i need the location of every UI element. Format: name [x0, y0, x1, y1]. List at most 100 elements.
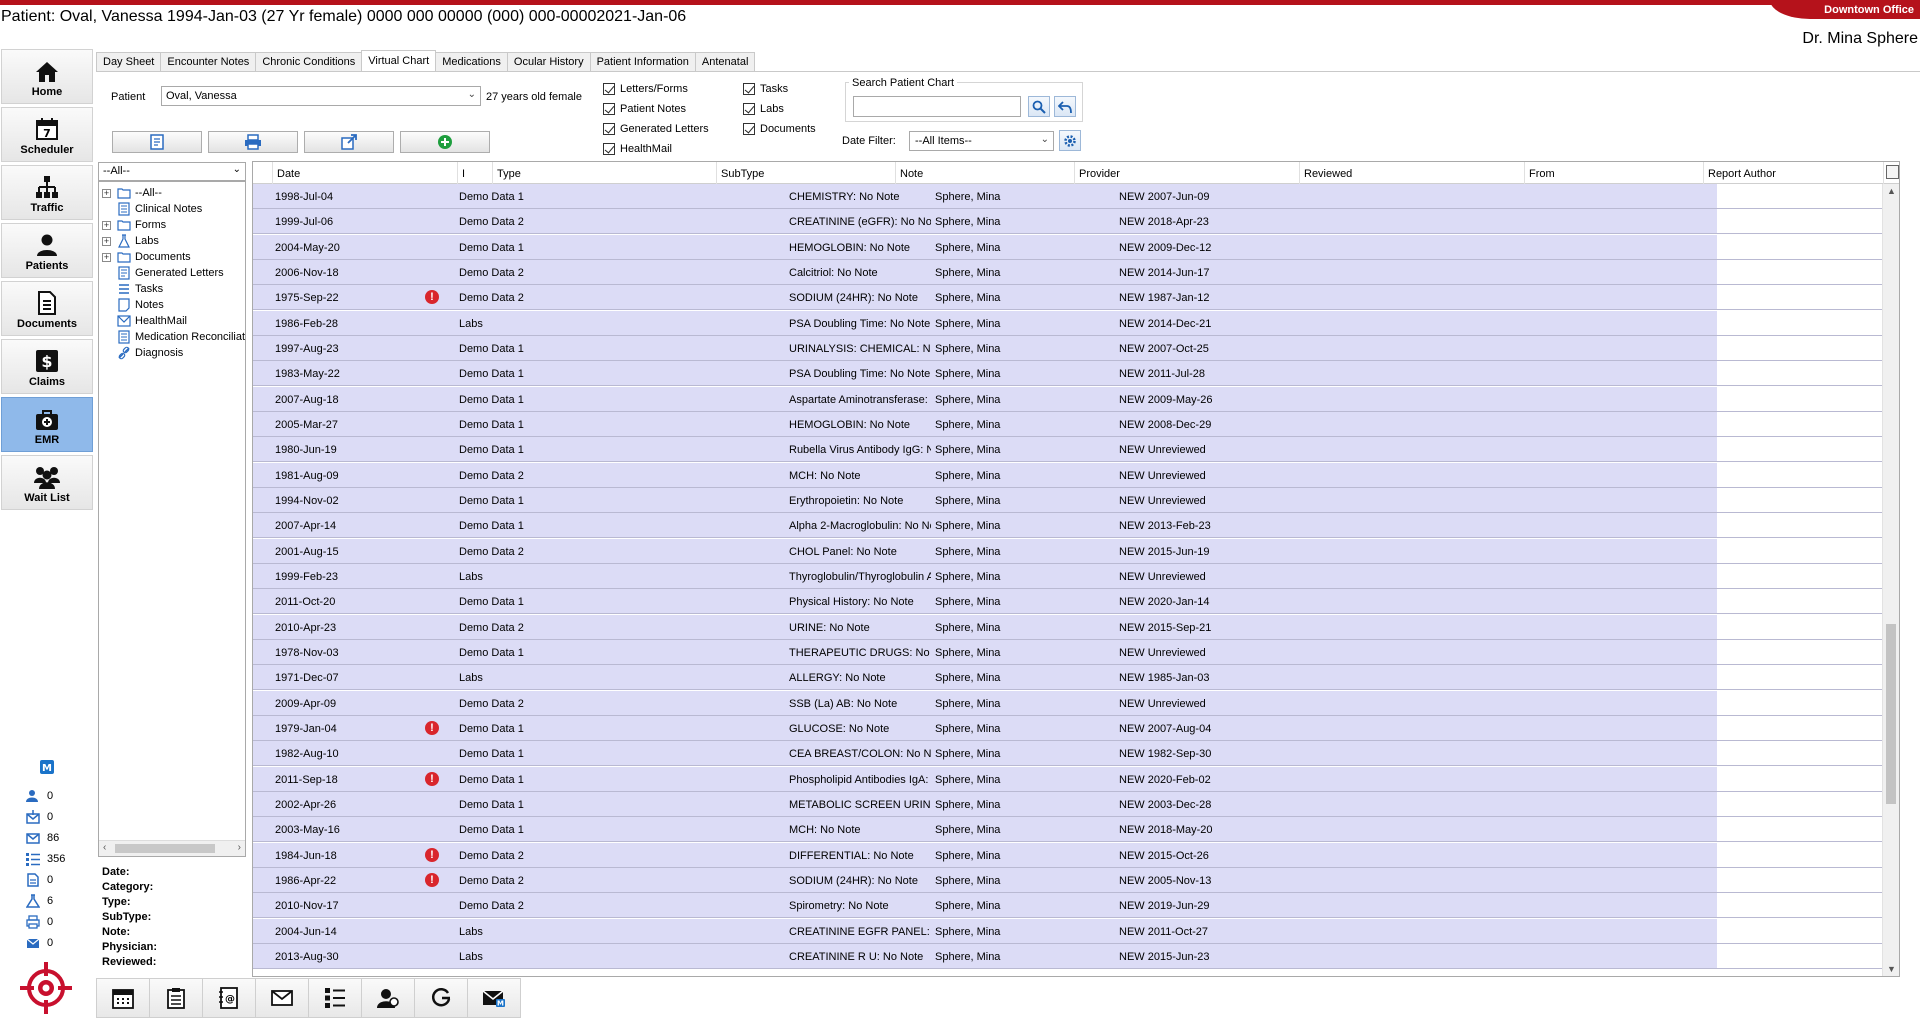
- nav-scheduler-button[interactable]: 7 Scheduler: [1, 107, 93, 162]
- table-row[interactable]: 1983-May-22 Demo Data 1 PSA Doubling Time:…: [253, 361, 1899, 387]
- table-row[interactable]: 1994-Nov-02 Demo Data 1 Erythropoietin: No…: [253, 487, 1899, 513]
- tree-item-clinical-notes[interactable]: Clinical Notes: [117, 201, 202, 217]
- tree-item-notes[interactable]: Notes: [117, 297, 164, 313]
- filter-letters-forms-checkbox[interactable]: Letters/Forms: [603, 83, 688, 95]
- nav-traffic-button[interactable]: Traffic: [1, 165, 93, 220]
- table-row[interactable]: 2004-May-20 Demo Data 1 HEMOGLOBIN: No Not…: [253, 234, 1899, 260]
- column-header-report-author[interactable]: Report Author: [1704, 162, 1884, 184]
- tree-item-documents[interactable]: Documents: [117, 249, 191, 265]
- healthmail-button[interactable]: M: [467, 978, 521, 1018]
- expand-icon[interactable]: +: [102, 221, 111, 230]
- column-header-type[interactable]: Type: [493, 162, 717, 184]
- alert-icon[interactable]: !: [425, 771, 439, 786]
- counter-labs[interactable]: 6: [26, 890, 86, 911]
- tab-virtual-chart[interactable]: Virtual Chart: [361, 50, 437, 71]
- table-row[interactable]: 1982-Aug-10 Demo Data 1 CEA BREAST/COLON: …: [253, 741, 1899, 767]
- filter-generated-letters-checkbox[interactable]: Generated Letters: [603, 123, 709, 135]
- checklist-button[interactable]: [308, 978, 362, 1018]
- expand-icon[interactable]: +: [102, 253, 111, 262]
- table-row[interactable]: 1980-Jun-19 Demo Data 1 Rubella Virus Anti…: [253, 437, 1899, 463]
- table-row[interactable]: 2007-Aug-18 Demo Data 1 Aspartate Aminotra…: [253, 386, 1899, 412]
- tree-item-generated-letters[interactable]: Generated Letters: [117, 265, 224, 281]
- counter-contacts[interactable]: 0: [26, 785, 86, 806]
- nav-home-button[interactable]: Home: [1, 49, 93, 104]
- table-row[interactable]: 1978-Nov-03 Demo Data 1 THERAPEUTIC DRUGS:…: [253, 639, 1899, 665]
- table-row[interactable]: 1975-Sep-22 Demo Data 2 SODIUM (24HR): No …: [253, 285, 1899, 311]
- clear-search-button[interactable]: [1054, 96, 1076, 117]
- table-row[interactable]: 2011-Oct-20 Demo Data 1 Physical History: …: [253, 589, 1899, 615]
- expand-icon[interactable]: +: [102, 237, 111, 246]
- column-header-reviewed[interactable]: Reviewed: [1300, 162, 1525, 184]
- table-row[interactable]: 2010-Nov-17 Demo Data 2 Spirometry: No Not…: [253, 893, 1899, 919]
- print-button[interactable]: [208, 131, 298, 153]
- table-row[interactable]: 1984-Jun-18 Demo Data 2 DIFFERENTIAL: No N…: [253, 842, 1899, 868]
- filter-labs-checkbox[interactable]: Labs: [743, 103, 784, 115]
- column-header-from[interactable]: From: [1525, 162, 1704, 184]
- alert-icon[interactable]: !: [425, 847, 439, 862]
- clipboard-button[interactable]: [149, 978, 203, 1018]
- table-row[interactable]: 1986-Feb-28 Labs PSA Doubling Time: No Not…: [253, 310, 1899, 336]
- date-filter-settings-button[interactable]: [1059, 130, 1081, 151]
- table-row[interactable]: 1998-Jul-04 Demo Data 1 CHEMISTRY: No Note…: [253, 184, 1899, 209]
- table-row[interactable]: 2004-Jun-14 Labs CREATININE EGFR PANEL: No…: [253, 918, 1899, 944]
- expand-icon[interactable]: +: [102, 189, 111, 198]
- table-row[interactable]: 2009-Apr-09 Demo Data 2 SSB (La) AB: No No…: [253, 690, 1899, 716]
- table-row[interactable]: 2010-Apr-23 Demo Data 2 URINE: No Note Sphe…: [253, 614, 1899, 640]
- nav-emr-button[interactable]: EMR: [1, 397, 93, 452]
- column-chooser-icon[interactable]: [1886, 165, 1899, 179]
- tree-horizontal-scrollbar[interactable]: ‹ ›: [99, 840, 245, 856]
- add-item-button[interactable]: [400, 131, 490, 153]
- table-row[interactable]: 2003-May-16 Demo Data 1 MCH: No Note Sphere…: [253, 817, 1899, 843]
- tree-item-labs[interactable]: Labs: [117, 233, 159, 249]
- tab-ocular-history[interactable]: Ocular History: [506, 52, 591, 71]
- tab-encounter-notes[interactable]: Encounter Notes: [160, 52, 257, 71]
- counter-healthmail[interactable]: 0: [26, 932, 86, 953]
- tree-item-all[interactable]: --All--: [117, 185, 162, 201]
- open-external-button[interactable]: [304, 131, 394, 153]
- healthmail-status-icon[interactable]: M: [40, 760, 54, 774]
- filter-patient-notes-checkbox[interactable]: Patient Notes: [603, 103, 686, 115]
- table-row[interactable]: 1981-Aug-09 Demo Data 2 MCH: No Note Sphere…: [253, 462, 1899, 488]
- address-book-button[interactable]: @: [202, 978, 256, 1018]
- column-header-indicator[interactable]: I: [458, 162, 493, 184]
- tree-item-healthmail[interactable]: HealthMail: [117, 313, 187, 329]
- table-row[interactable]: 2011-Sep-18 Demo Data 1 Phospholipid Antib…: [253, 766, 1899, 792]
- counter-mail[interactable]: 86: [26, 827, 86, 848]
- table-row[interactable]: 2006-Nov-18 Demo Data 2 Calcitriol: No Not…: [253, 259, 1899, 285]
- nav-patients-button[interactable]: Patients: [1, 223, 93, 278]
- table-row[interactable]: 2013-Aug-30 Labs CREATININE R U: No Note Sp…: [253, 943, 1899, 969]
- table-row[interactable]: 1971-Dec-07 Labs ALLERGY: No Note Sphere, M…: [253, 665, 1899, 691]
- filter-tasks-checkbox[interactable]: Tasks: [743, 83, 788, 95]
- chevron-right-icon[interactable]: ›: [238, 842, 241, 853]
- table-row[interactable]: 1986-Apr-22 Demo Data 2 SODIUM (24HR): No …: [253, 867, 1899, 893]
- counter-tasks[interactable]: 356: [26, 848, 86, 869]
- counter-inbox[interactable]: 0: [26, 806, 86, 827]
- table-row[interactable]: 1999-Feb-23 Labs Thyroglobulin/Thyroglobul…: [253, 563, 1899, 589]
- tree-item-medication-reconciliation[interactable]: Medication Reconciliati: [117, 329, 245, 345]
- filter-documents-checkbox[interactable]: Documents: [743, 123, 816, 135]
- filter-healthmail-checkbox[interactable]: HealthMail: [603, 143, 672, 155]
- scrollbar-thumb[interactable]: [115, 844, 215, 853]
- search-button[interactable]: [1028, 96, 1050, 117]
- search-input[interactable]: [853, 96, 1021, 117]
- tab-day-sheet[interactable]: Day Sheet: [96, 52, 162, 71]
- tab-chronic-conditions[interactable]: Chronic Conditions: [255, 52, 363, 71]
- table-row[interactable]: 1997-Aug-23 Demo Data 1 URINALYSIS: CHEMIC…: [253, 335, 1899, 361]
- nav-claims-button[interactable]: $ Claims: [1, 339, 93, 394]
- alert-icon[interactable]: !: [425, 872, 439, 887]
- tree-item-forms[interactable]: Forms: [117, 217, 166, 233]
- contact-button[interactable]: [361, 978, 415, 1018]
- alert-icon[interactable]: !: [425, 720, 439, 735]
- column-header-subtype[interactable]: SubType: [717, 162, 896, 184]
- table-row[interactable]: 2007-Apr-14 Demo Data 1 Alpha 2-Macroglobu…: [253, 513, 1899, 539]
- envelope-button[interactable]: [255, 978, 309, 1018]
- column-header-date[interactable]: Date: [273, 162, 458, 184]
- nav-documents-button[interactable]: Documents: [1, 281, 93, 336]
- table-row[interactable]: 1979-Jan-04 Demo Data 1 GLUCOSE: No Note Sp…: [253, 715, 1899, 741]
- category-filter-select[interactable]: --All-- ⌄: [98, 162, 246, 181]
- scrollbar-thumb[interactable]: [1886, 624, 1896, 804]
- column-header-provider[interactable]: Provider: [1075, 162, 1300, 184]
- column-header-note[interactable]: Note: [896, 162, 1075, 184]
- table-row[interactable]: 2005-Mar-27 Demo Data 1 HEMOGLOBIN: No Not…: [253, 411, 1899, 437]
- refresh-button[interactable]: [414, 978, 468, 1018]
